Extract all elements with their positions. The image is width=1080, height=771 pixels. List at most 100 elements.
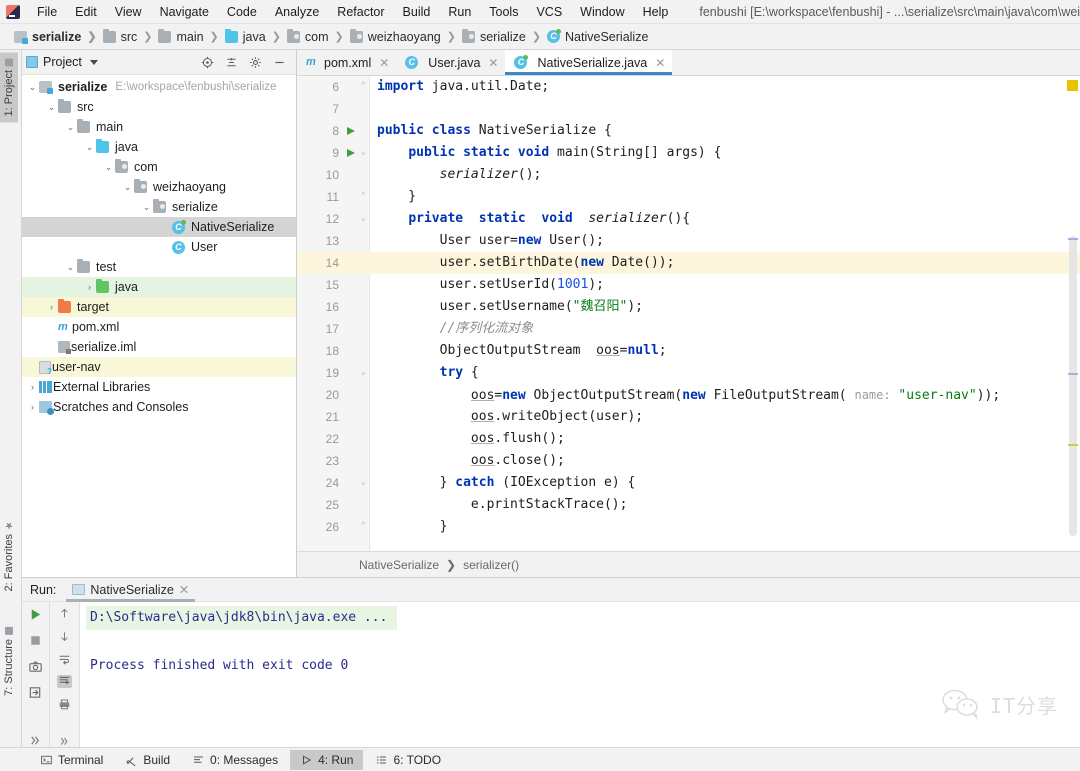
status-item-build[interactable]: Build [115, 750, 180, 770]
status-item-terminal[interactable]: Terminal [30, 750, 113, 770]
breadcrumb-item-main[interactable]: main ❯ [158, 28, 224, 44]
tree-expand-arrow[interactable]: › [83, 282, 96, 292]
close-icon[interactable]: ✕ [379, 56, 389, 70]
tab-user-java[interactable]: C User.java ✕ [396, 50, 505, 75]
tree-expand-arrow[interactable]: ⌄ [64, 122, 77, 133]
project-panel-title-group[interactable]: Project [26, 55, 98, 69]
tree-expand-arrow[interactable]: › [26, 402, 39, 412]
tree-expand-arrow[interactable]: ⌄ [64, 262, 77, 273]
export-icon[interactable] [28, 685, 43, 700]
tree-item-src[interactable]: ⌄ src [22, 97, 296, 117]
menu-tools[interactable]: Tools [480, 2, 527, 22]
code-content[interactable]: 6 ⌃ import java.util.Date; 7 8 public class N… [297, 76, 1080, 551]
tree-expand-arrow[interactable]: ⌄ [140, 202, 153, 213]
tree-item-serialize-iml[interactable]: serialize.iml [22, 337, 296, 357]
menu-edit[interactable]: Edit [66, 2, 106, 22]
tree-item-label: user-nav [52, 360, 101, 374]
breadcrumb-item-weizhaoyang[interactable]: weizhaoyang ❯ [349, 28, 462, 44]
menu-analyze[interactable]: Analyze [266, 2, 328, 22]
tree-item-nativeserialize[interactable]: C NativeSerialize [22, 217, 296, 237]
tree-item-serialize[interactable]: ⌄ serialize E:\workspace\fenbushi\serializ… [22, 77, 296, 97]
code-fold-collapse-icon[interactable]: ⌃ [359, 82, 368, 91]
breadcrumb-item-serialize[interactable]: serialize ❯ [14, 30, 103, 44]
tree-item-user[interactable]: C User [22, 237, 296, 257]
tab-nativeserialize-java[interactable]: C NativeSerialize.java ✕ [505, 50, 673, 75]
menu-window[interactable]: Window [571, 2, 633, 22]
rerun-icon[interactable] [28, 607, 43, 622]
tree-item-scratches-and-consoles[interactable]: › Scratches and Consoles [22, 397, 296, 417]
editor-scrollbar[interactable] [1069, 236, 1077, 536]
tree-item-java[interactable]: › java [22, 277, 296, 297]
run-console[interactable]: D:\Software\java\jdk8\bin\java.exe ... P… [80, 602, 1080, 748]
print-icon[interactable] [57, 698, 72, 711]
locate-icon[interactable] [201, 56, 214, 69]
more-icon[interactable] [28, 733, 43, 748]
breadcrumb-item-serialize-pkg[interactable]: serialize ❯ [461, 28, 547, 44]
warning-stripe-indicator[interactable] [1067, 80, 1078, 91]
menu-run[interactable]: Run [439, 2, 480, 22]
breadcrumb-item-nativeserialize[interactable]: C NativeSerialize [547, 29, 648, 44]
code-fold-expand-icon[interactable]: ⌄ [359, 214, 368, 223]
tree-item-target[interactable]: › target [22, 297, 296, 317]
run-gutter-icon[interactable] [347, 149, 355, 157]
menu-build[interactable]: Build [394, 2, 440, 22]
menu-file[interactable]: File [28, 2, 66, 22]
tree-item-serialize[interactable]: ⌄ serialize [22, 197, 296, 217]
menu-code[interactable]: Code [218, 2, 266, 22]
tree-item-pom-xml[interactable]: m pom.xml [22, 317, 296, 337]
sidebar-tab-favorites[interactable]: 2: Favorites ★ [0, 513, 18, 597]
code-fold-expand-icon[interactable]: ⌄ [359, 368, 368, 377]
status-item-run[interactable]: 4: Run [290, 749, 364, 770]
menu-vcs[interactable]: VCS [527, 2, 571, 22]
tree-item-external-libraries[interactable]: › External Libraries [22, 377, 296, 397]
sidebar-tab-project[interactable]: 1: Project [0, 52, 18, 123]
tree-expand-arrow[interactable]: › [45, 302, 58, 312]
soft-wrap-icon[interactable] [57, 653, 72, 666]
arrow-down-icon[interactable] [57, 630, 72, 643]
scroll-to-end-icon[interactable] [57, 675, 72, 689]
editor-breadcrumb-class[interactable]: NativeSerialize [359, 558, 439, 572]
sidebar-tab-structure[interactable]: 7: Structure [0, 621, 18, 702]
tree-expand-arrow[interactable]: › [26, 382, 39, 392]
tree-item-weizhaoyang[interactable]: ⌄ weizhaoyang [22, 177, 296, 197]
code-fold-expand-icon[interactable]: ⌄ [359, 148, 368, 157]
code-fold-expand-icon[interactable]: ⌄ [359, 478, 368, 487]
stop-icon[interactable] [28, 633, 43, 648]
close-icon[interactable]: ✕ [179, 582, 189, 597]
run-config-tab[interactable]: NativeSerialize ✕ [66, 580, 196, 602]
tree-item-main[interactable]: ⌄ main [22, 117, 296, 137]
tree-expand-arrow[interactable]: ⌄ [26, 82, 39, 93]
menu-view[interactable]: View [106, 2, 151, 22]
collapse-all-icon[interactable] [225, 56, 238, 69]
close-icon[interactable]: ✕ [655, 56, 665, 70]
editor-breadcrumb-method[interactable]: serializer() [463, 558, 519, 572]
tree-expand-arrow[interactable]: ⌄ [45, 102, 58, 113]
tree-item-test[interactable]: ⌄ test [22, 257, 296, 277]
screenshot-icon[interactable] [28, 659, 43, 674]
menu-navigate[interactable]: Navigate [151, 2, 218, 22]
breadcrumb-item-com[interactable]: com ❯ [286, 28, 350, 44]
chevron-down-icon[interactable] [89, 59, 98, 65]
tree-item-user-nav[interactable]: user-nav [22, 357, 296, 377]
breadcrumb-item-src[interactable]: src ❯ [102, 28, 159, 44]
code-editor[interactable]: 6 ⌃ import java.util.Date; 7 8 public class N… [297, 76, 1080, 551]
tree-expand-arrow[interactable]: ⌄ [83, 142, 96, 153]
tree-item-com[interactable]: ⌄ com [22, 157, 296, 177]
minimize-icon[interactable] [273, 56, 286, 69]
menu-help[interactable]: Help [634, 2, 678, 22]
tab-pom-xml[interactable]: m pom.xml ✕ [297, 50, 396, 75]
close-icon[interactable]: ✕ [488, 56, 498, 70]
gear-icon[interactable] [249, 56, 262, 69]
arrow-up-icon[interactable] [57, 607, 72, 620]
code-fold-collapse-icon[interactable]: ⌃ [359, 522, 368, 531]
tree-expand-arrow[interactable]: ⌄ [102, 162, 115, 173]
tree-item-java[interactable]: ⌄ java [22, 137, 296, 157]
breadcrumb-item-java[interactable]: java ❯ [224, 28, 287, 44]
run-gutter-icon[interactable] [347, 127, 355, 135]
status-item-todo[interactable]: 6: TODO [365, 750, 451, 770]
menu-refactor[interactable]: Refactor [328, 2, 393, 22]
terminal-icon [41, 755, 52, 764]
code-fold-collapse-icon[interactable]: ⌃ [359, 192, 368, 201]
status-item-messages[interactable]: 0: Messages [182, 750, 288, 770]
tree-expand-arrow[interactable]: ⌄ [121, 182, 134, 193]
